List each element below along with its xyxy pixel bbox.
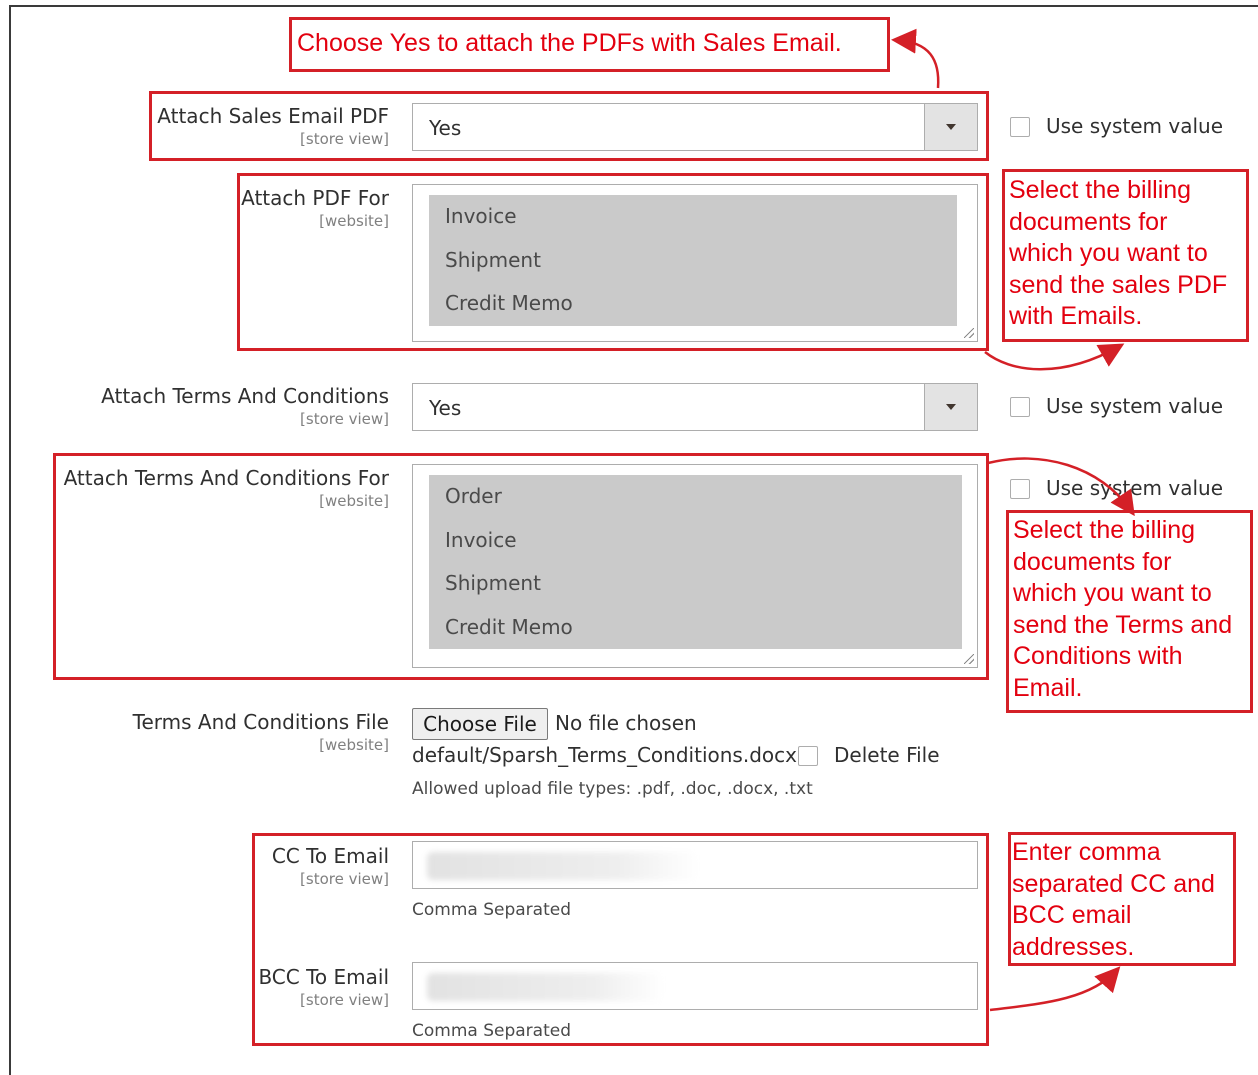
arrow-to-top-note: [891, 28, 940, 89]
annotation-arrows: [891, 28, 1135, 1012]
arrow-to-email-note: [989, 966, 1121, 1012]
arrow-to-pdf-note: [984, 343, 1125, 371]
arrow-to-terms-note: [987, 457, 1135, 517]
